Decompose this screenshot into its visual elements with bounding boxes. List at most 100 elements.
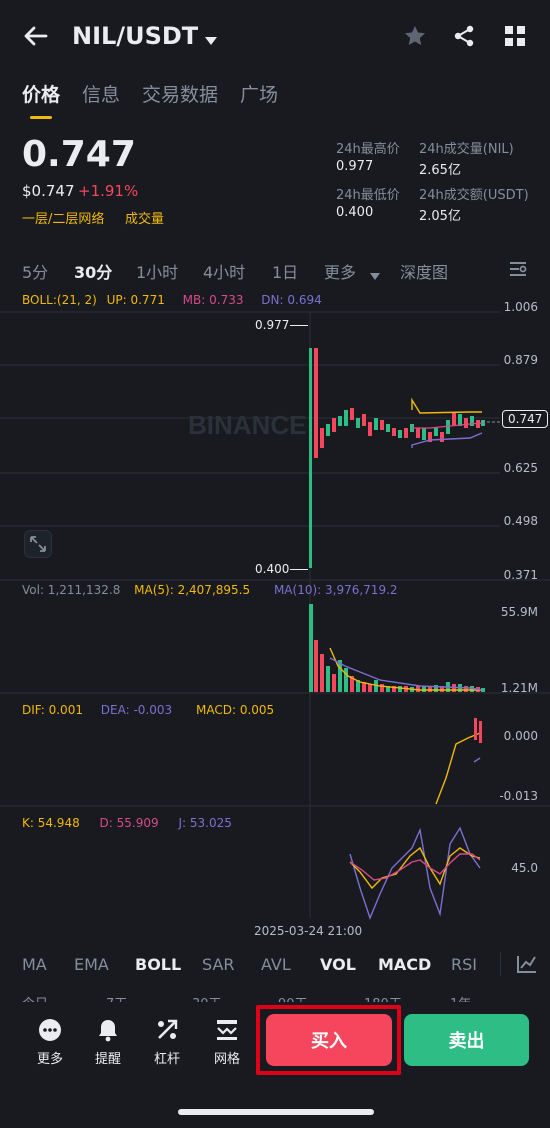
chart-settings-icon[interactable] (508, 260, 528, 282)
price-axis-1: 0.879 (503, 353, 538, 367)
candle (374, 418, 378, 430)
candle (434, 428, 438, 436)
grid-menu-icon[interactable] (504, 25, 526, 51)
candle (332, 418, 336, 432)
vol-value: Vol: 1,211,132.8 (22, 583, 121, 597)
leverage-label[interactable]: 杠杆 (142, 1048, 192, 1067)
high-marker: 0.977 (255, 318, 290, 332)
volume-bar (326, 666, 330, 692)
candle (386, 424, 390, 432)
macd-axis-bottom: -0.013 (499, 789, 538, 803)
star-icon[interactable] (403, 24, 427, 52)
ind-macd[interactable]: MACD (378, 955, 431, 974)
low-marker: 0.400 (255, 562, 290, 576)
tf-more[interactable]: 更多 (324, 259, 356, 283)
volume-bar (380, 684, 384, 692)
vol-usdt-value: 2.05亿 (419, 209, 461, 224)
pair-title[interactable]: NIL/USDT (72, 22, 198, 50)
volume-bar (368, 684, 372, 692)
candle (416, 428, 420, 438)
volume-bar (320, 654, 324, 692)
high-label: 24h最高价 (336, 142, 400, 157)
low-label: 24h最低价 (336, 188, 400, 203)
tag-layer-network[interactable]: 一层/二层网络 (22, 208, 104, 227)
candle (440, 432, 444, 442)
ind-avl[interactable]: AVL (261, 955, 291, 974)
tf-1d[interactable]: 1日 (272, 259, 298, 283)
tab-square[interactable]: 广场 (240, 80, 278, 107)
back-arrow-icon[interactable] (22, 24, 50, 48)
alert-label[interactable]: 提醒 (83, 1048, 133, 1067)
vol-usdt-label: 24h成交额(USDT) (419, 188, 529, 203)
ind-vol[interactable]: VOL (320, 955, 356, 974)
tag-volume[interactable]: 成交量 (125, 208, 164, 227)
tf-1h[interactable]: 1小时 (136, 259, 178, 283)
price-axis-3: 0.498 (503, 514, 538, 528)
ind-ema[interactable]: EMA (74, 955, 109, 974)
candle (398, 430, 402, 438)
boll-dn: DN: 0.694 (261, 293, 322, 307)
ind-rsi[interactable]: RSI (451, 955, 477, 974)
tf-depth[interactable]: 深度图 (400, 259, 448, 283)
expand-icon[interactable] (24, 530, 52, 558)
vol-axis-top: 55.9M (500, 605, 538, 619)
home-indicator[interactable] (178, 1109, 374, 1115)
vol-ma5: MA(5): 2,407,895.5 (134, 583, 251, 597)
tab-info[interactable]: 信息 (82, 80, 120, 107)
current-price-marker: 0.747 (502, 410, 549, 428)
grid-label[interactable]: 网格 (202, 1048, 252, 1067)
volume-bar (314, 640, 318, 692)
volume-bar (464, 686, 468, 692)
volume-bar (344, 668, 348, 692)
bell-icon[interactable] (88, 1018, 128, 1046)
candle (368, 422, 372, 436)
high-value: 0.977 (336, 159, 374, 174)
macd-value: MACD: 0.005 (196, 703, 275, 717)
candle (422, 428, 426, 440)
caret-down-icon[interactable] (204, 31, 218, 50)
sell-button[interactable]: 卖出 (404, 1014, 529, 1066)
kdj-k: K: 54.948 (22, 816, 80, 830)
kdj-axis: 45.0 (511, 861, 538, 875)
binance-watermark: BINANCE (188, 410, 306, 440)
candle (446, 420, 450, 434)
ind-boll[interactable]: BOLL (135, 955, 181, 974)
tf-5m[interactable]: 5分 (22, 259, 48, 283)
tf-30m[interactable]: 30分 (74, 259, 112, 283)
kdj-j: J: 53.025 (178, 816, 232, 830)
tf-4h[interactable]: 4小时 (203, 259, 245, 283)
volume-bar (398, 686, 402, 692)
more-icon[interactable] (30, 1018, 70, 1046)
price-axis-2: 0.625 (503, 461, 538, 475)
tf-more-caret-icon[interactable] (370, 265, 380, 284)
price-axis-4: 0.371 (503, 568, 538, 582)
ind-sar[interactable]: SAR (202, 955, 235, 974)
buy-button[interactable]: 买入 (266, 1014, 392, 1066)
kdj-legend: K: 54.948 D: 55.909 J: 53.025 (22, 816, 232, 830)
share-icon[interactable] (452, 24, 476, 52)
candle (452, 412, 456, 426)
volume-bar (332, 674, 336, 692)
indicator-chart-icon[interactable] (516, 954, 538, 978)
price-axis-0: 1.006 (503, 300, 538, 314)
ind-ma[interactable]: MA (22, 955, 47, 974)
tab-bar: 价格 信息 交易数据 广场 (22, 80, 278, 107)
candle (326, 424, 330, 436)
macd-axis-top: 0.000 (503, 729, 538, 743)
boll-mb: MB: 0.733 (182, 293, 244, 307)
low-value: 0.400 (336, 205, 374, 220)
boll-param: BOLL:(21, 2) (22, 293, 97, 307)
tab-price[interactable]: 价格 (22, 80, 60, 107)
tab-trade-data[interactable]: 交易数据 (142, 80, 218, 107)
candle (380, 420, 384, 430)
vol-nil-label: 24h成交量(NIL) (419, 142, 514, 157)
kline-chart[interactable]: BINANCE (0, 288, 550, 948)
candle (320, 428, 324, 448)
ind-divider (500, 952, 501, 976)
boll-up: UP: 0.771 (106, 293, 165, 307)
active-tab-indicator (30, 116, 52, 119)
more-label[interactable]: 更多 (25, 1048, 75, 1067)
vol-nil-value: 2.65亿 (419, 163, 461, 178)
leverage-icon[interactable] (147, 1018, 187, 1046)
grid-bot-icon[interactable] (207, 1018, 247, 1046)
